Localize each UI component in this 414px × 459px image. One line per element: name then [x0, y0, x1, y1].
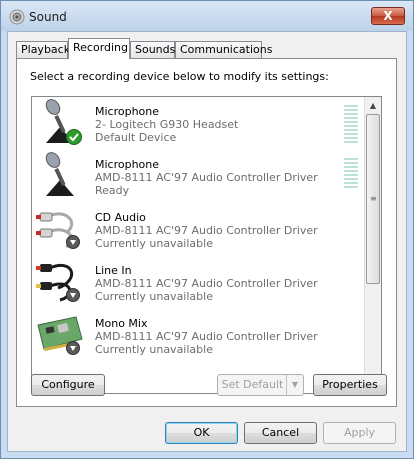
properties-button[interactable]: Properties [313, 374, 387, 396]
ok-button[interactable]: OK [165, 422, 238, 444]
apply-button[interactable]: Apply [323, 422, 396, 444]
set-default-button[interactable]: Set Default ▼ [217, 374, 304, 396]
tab-recording[interactable]: Recording [68, 38, 130, 59]
list-item[interactable]: Line In AMD-8111 AC'97 Audio Controller … [32, 256, 364, 309]
configure-button[interactable]: Configure [31, 374, 105, 396]
cancel-button[interactable]: Cancel [244, 422, 317, 444]
chevron-down-icon[interactable]: ▼ [286, 375, 303, 395]
device-status: Ready [95, 184, 130, 197]
unavailable-icon [66, 341, 80, 355]
device-name: Microphone [95, 105, 160, 118]
device-driver: AMD-8111 AC'97 Audio Controller Driver [95, 330, 318, 343]
window-title: Sound [29, 10, 67, 24]
close-button[interactable]: X [371, 7, 405, 25]
instructions-text: Select a recording device below to modif… [30, 70, 329, 83]
vertical-scrollbar[interactable]: ▲ ≡ ▼ [364, 97, 381, 393]
title-bar[interactable]: Sound X [1, 1, 413, 31]
device-name: Line In [95, 264, 132, 277]
level-meter [344, 105, 358, 145]
tab-playback[interactable]: Playback [16, 41, 70, 58]
list-item[interactable]: Microphone 2- Logitech G930 Headset Defa… [32, 97, 364, 150]
unavailable-icon [66, 235, 80, 249]
dialog-body: Playback Recording Sounds Communications… [7, 31, 407, 452]
device-name: Microphone [95, 158, 160, 171]
list-item[interactable]: Microphone AMD-8111 AC'97 Audio Controll… [32, 150, 364, 203]
scroll-thumb[interactable]: ≡ [366, 114, 380, 284]
scroll-up-arrow-icon[interactable]: ▲ [365, 97, 381, 114]
device-driver: AMD-8111 AC'97 Audio Controller Driver [95, 171, 318, 184]
device-driver: AMD-8111 AC'97 Audio Controller Driver [95, 277, 318, 290]
default-check-icon [66, 129, 82, 145]
list-item[interactable]: CD Audio AMD-8111 AC'97 Audio Controller… [32, 203, 364, 256]
device-status: Currently unavailable [95, 237, 213, 250]
unavailable-icon [66, 288, 80, 302]
list-item[interactable]: Mono Mix AMD-8111 AC'97 Audio Controller… [32, 309, 364, 362]
device-driver: 2- Logitech G930 Headset [95, 118, 239, 131]
device-name: Mono Mix [95, 317, 148, 330]
set-default-label: Set Default [221, 378, 284, 391]
grip-icon: ≡ [370, 194, 377, 203]
recording-panel: Select a recording device below to modif… [16, 58, 397, 407]
device-list[interactable]: Microphone 2- Logitech G930 Headset Defa… [31, 96, 382, 394]
device-status: Currently unavailable [95, 290, 213, 303]
device-status: Currently unavailable [95, 343, 213, 356]
level-meter [344, 158, 358, 190]
device-driver: AMD-8111 AC'97 Audio Controller Driver [95, 224, 318, 237]
tab-communications[interactable]: Communications [175, 41, 272, 58]
microphone-icon [45, 152, 74, 196]
device-name: CD Audio [95, 211, 146, 224]
sound-dialog: Sound X Playback Recording Sounds Commun… [0, 0, 414, 459]
device-status: Default Device [95, 131, 177, 144]
speaker-icon [9, 9, 25, 25]
tab-sounds[interactable]: Sounds [130, 41, 175, 58]
